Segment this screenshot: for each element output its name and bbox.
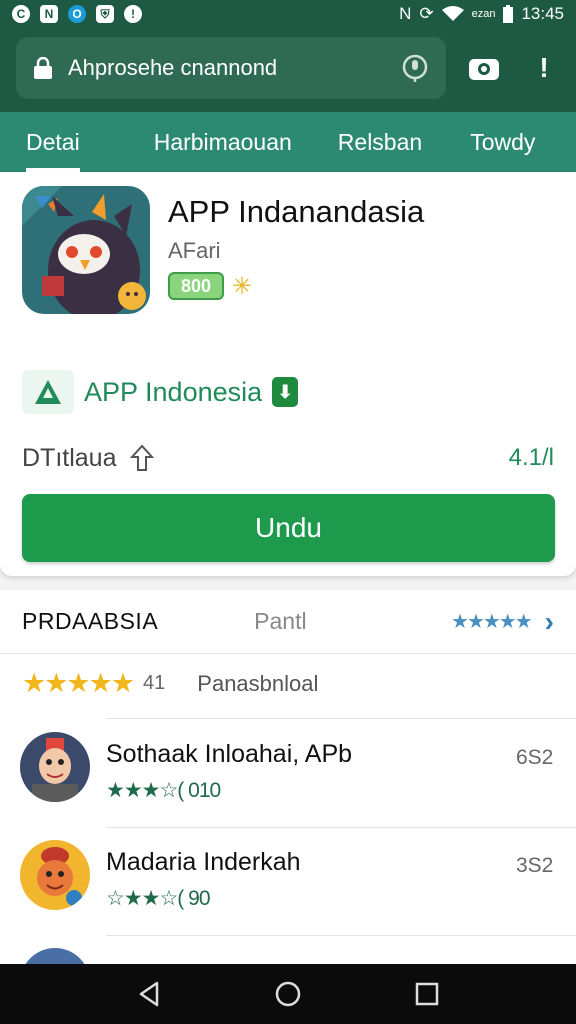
reviews-filter[interactable]: Pantl xyxy=(254,608,306,635)
summary-stars: ★★★★★ xyxy=(22,668,135,698)
reviewer-name: Sothaak Inloahai, APb xyxy=(106,740,353,768)
nfc-icon: N xyxy=(399,4,412,23)
navigation-bar xyxy=(0,964,576,1024)
summary-count: 41 xyxy=(143,672,166,694)
reviewer-name: Madaria Inderkah xyxy=(106,848,301,876)
divider xyxy=(106,718,576,719)
app-header: Ahprosehe cnannond ! xyxy=(0,28,576,112)
review-score: 3S2 xyxy=(516,854,554,877)
review-item[interactable]: Sothaak Inloahai, APb ★★★☆( 010 6S2 xyxy=(0,722,576,828)
chevron-right-icon[interactable]: › xyxy=(545,606,554,638)
info-row: DTıtlaua 4.1/l xyxy=(22,438,554,478)
recents-button[interactable] xyxy=(407,974,447,1014)
developer-logo-icon xyxy=(22,370,74,414)
back-button[interactable] xyxy=(129,974,169,1014)
tab-detail[interactable]: Detai xyxy=(26,112,80,172)
review-score: 6S2 xyxy=(516,746,554,769)
app-size: 4.1/l xyxy=(508,444,554,471)
system-icons: N ⟳ ezan 13:45 xyxy=(399,4,564,24)
status-bar: C N O ⛨ ! N ⟳ ezan 13:45 xyxy=(0,0,576,28)
review-stars: ★★★☆( 010 xyxy=(106,779,221,802)
review-item-partial[interactable] xyxy=(0,938,576,966)
tab-bar: Detai Harbimaouan Relsban Towdy xyxy=(0,112,576,172)
sync-icon: ⟳ xyxy=(419,4,434,23)
app-subtitle: AFari xyxy=(168,238,221,263)
rating-summary: ★★★★★ 41 Panasbnloal xyxy=(22,668,318,699)
o-icon: O xyxy=(68,5,86,23)
notification-icons: C N O ⛨ ! xyxy=(12,5,142,23)
tab-towdy[interactable]: Towdy xyxy=(470,112,535,172)
upload-icon xyxy=(130,444,155,471)
developer-row[interactable]: APP Indonesia ⬇ xyxy=(22,370,299,414)
tab-relsban[interactable]: Relsban xyxy=(338,112,422,172)
n-icon: N xyxy=(40,5,58,23)
reviews-section: PRDAABSIA Pantl ★★★★★ › ★★★★★ 41 Panasbn… xyxy=(0,590,576,966)
back-icon xyxy=(140,981,159,1007)
app-icon[interactable] xyxy=(22,186,150,314)
camera-icon xyxy=(469,59,499,80)
more-vert-icon: ! xyxy=(539,52,549,83)
info-label: DTıtlaua xyxy=(22,443,117,472)
install-button[interactable]: Undu xyxy=(22,494,555,562)
age-rating-badge: 800 xyxy=(168,272,224,300)
data-label: ezan xyxy=(471,8,496,20)
review-item[interactable]: Madaria Inderkah ☆★★☆( 90 3S2 xyxy=(0,830,576,936)
wifi-icon xyxy=(441,6,464,21)
alert-icon: ! xyxy=(124,5,142,23)
avatar xyxy=(20,840,90,910)
recents-icon xyxy=(415,982,438,1006)
app-title: APP Indanandasia xyxy=(168,194,425,229)
lock-icon xyxy=(34,57,52,79)
url-text: Ahprosehe cnannond xyxy=(68,55,278,80)
app-card: APP Indanandasia AFari 800 ✳ APP Indones… xyxy=(0,172,576,576)
download-badge-icon: ⬇ xyxy=(272,377,299,407)
sparkle-icon: ✳ xyxy=(232,273,253,300)
divider xyxy=(106,935,576,936)
clock: 13:45 xyxy=(521,4,564,23)
developer-name: APP Indonesia xyxy=(84,376,263,407)
reviews-title: PRDAABSIA xyxy=(22,608,159,634)
review-stars: ☆★★☆( 90 xyxy=(106,887,211,910)
home-icon xyxy=(275,981,301,1007)
owl-mascot-icon xyxy=(22,186,150,314)
battery-icon xyxy=(503,5,514,23)
camera-button[interactable] xyxy=(468,52,500,84)
home-button[interactable] xyxy=(268,974,308,1014)
more-button[interactable]: ! xyxy=(528,52,560,84)
summary-label: Panasbnloal xyxy=(197,670,319,696)
url-bar[interactable]: Ahprosehe cnannond xyxy=(16,37,446,99)
header-stars: ★★★★★ xyxy=(451,611,533,633)
c-icon: C xyxy=(12,5,30,23)
mic-icon[interactable] xyxy=(400,53,430,83)
divider xyxy=(106,827,576,828)
tab-harbimaouan[interactable]: Harbimaouan xyxy=(154,112,292,172)
reviews-header: PRDAABSIA Pantl ★★★★★ › xyxy=(0,590,576,654)
avatar xyxy=(20,732,90,802)
shield-icon: ⛨ xyxy=(96,5,114,23)
